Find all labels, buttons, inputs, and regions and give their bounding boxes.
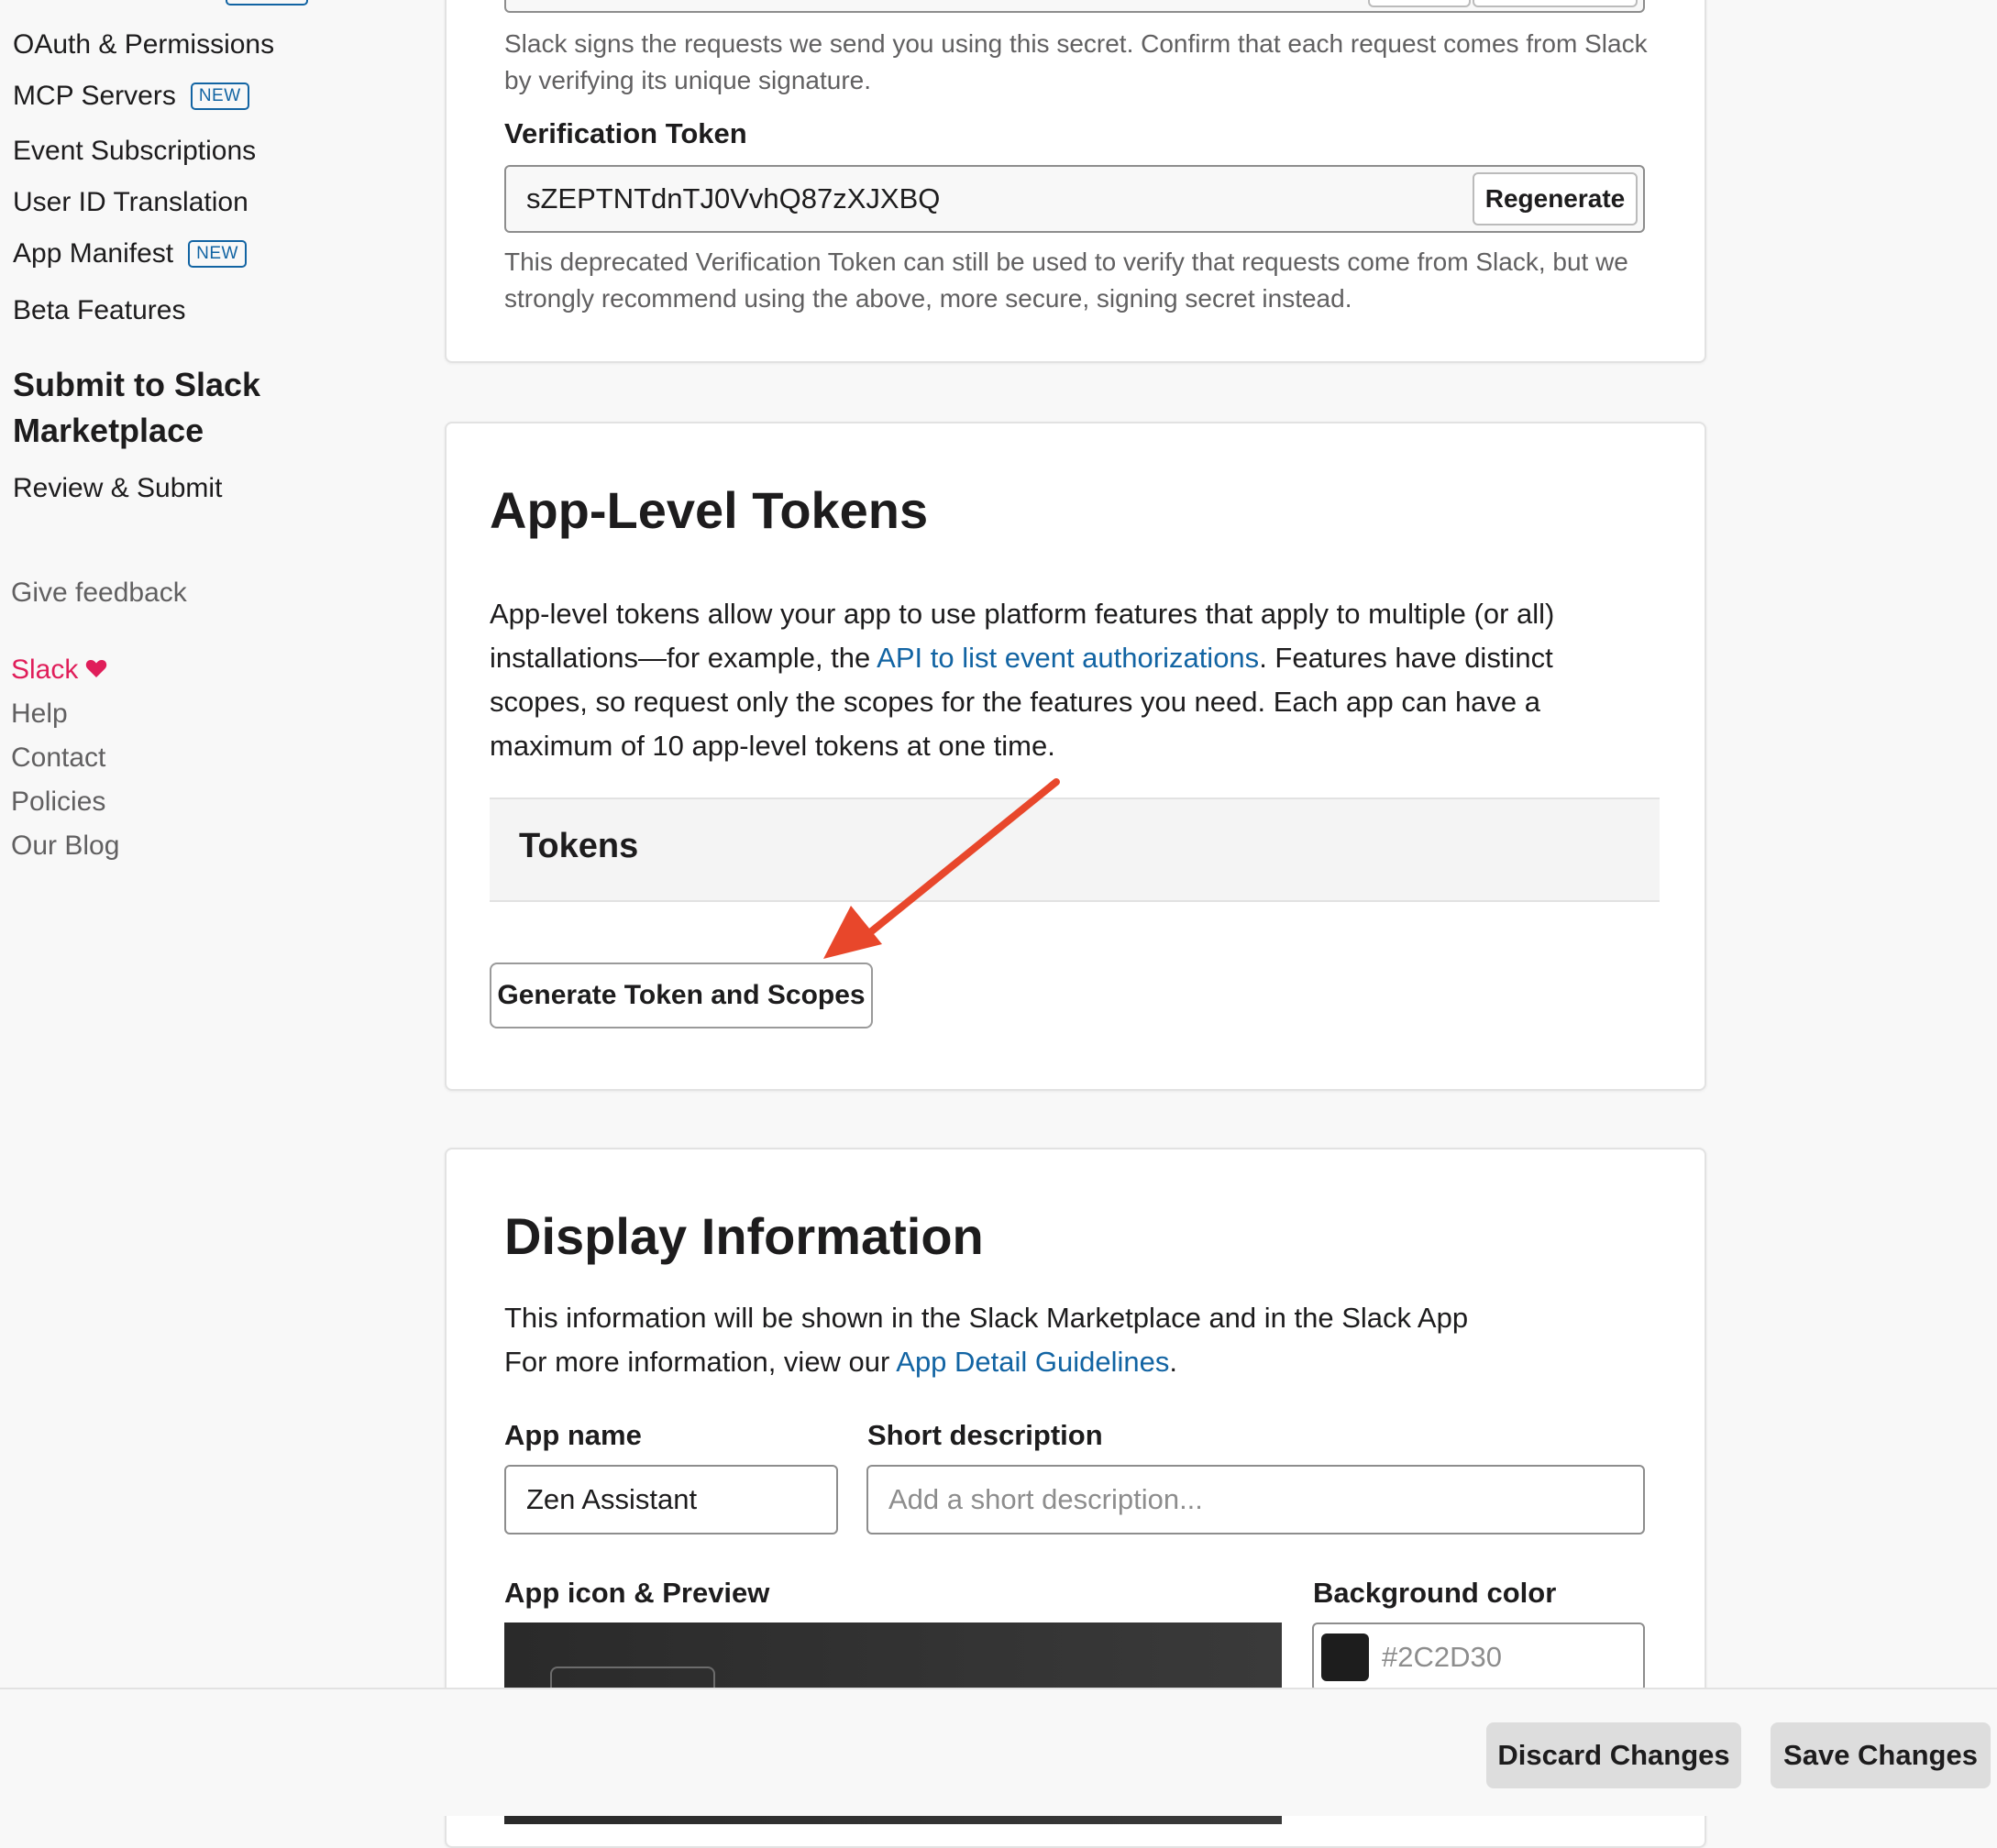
signing-secret-regenerate-button[interactable] (1473, 0, 1638, 7)
api-event-authorizations-link[interactable]: API to list event authorizations (877, 642, 1259, 674)
display-information-title: Display Information (504, 1207, 984, 1265)
generate-token-and-scopes-button[interactable]: Generate Token and Scopes (490, 962, 873, 1028)
short-description-input[interactable]: Add a short description... (866, 1465, 1645, 1534)
sidebar: OAuth & Permissions MCP Servers NEW Even… (0, 0, 431, 1816)
slack-link[interactable]: Slack (11, 654, 107, 686)
color-swatch[interactable] (1321, 1634, 1369, 1681)
app-detail-guidelines-link[interactable]: App Detail Guidelines (896, 1346, 1169, 1378)
sidebar-item-review-submit[interactable]: Review & Submit (13, 473, 222, 504)
sidebar-item-event-subscriptions[interactable]: Event Subscriptions (13, 136, 256, 167)
give-feedback-link[interactable]: Give feedback (11, 578, 187, 609)
slack-label: Slack (11, 654, 79, 685)
verification-token-help: This deprecated Verification Token can s… (504, 248, 1628, 313)
app-name-input[interactable]: Zen Assistant (504, 1465, 838, 1534)
sidebar-item-beta-features[interactable]: Beta Features (13, 295, 185, 326)
partial-badge (226, 0, 308, 6)
regenerate-verification-token-button[interactable]: Regenerate (1473, 172, 1638, 226)
verification-token-label: Verification Token (504, 117, 747, 149)
sidebar-item-label: MCP Servers (13, 81, 176, 111)
heart-icon (85, 654, 107, 686)
save-changes-button[interactable]: Save Changes (1771, 1722, 1991, 1788)
footer-link-contact[interactable]: Contact (11, 742, 105, 774)
display-information-line2: For more information, view our App Detai… (504, 1340, 1177, 1384)
footer-link-help[interactable]: Help (11, 698, 68, 730)
sidebar-item-oauth-permissions[interactable]: OAuth & Permissions (13, 29, 274, 60)
save-bar: Discard Changes Save Changes (0, 1688, 1997, 1816)
display-information-line1: This information will be shown in the Sl… (504, 1302, 1469, 1334)
app-name-label: App name (504, 1419, 642, 1451)
sidebar-item-label: App Manifest (13, 238, 174, 269)
new-badge: NEW (188, 240, 247, 268)
app-name-value: Zen Assistant (526, 1483, 698, 1515)
line2-text: . (1169, 1346, 1178, 1378)
sidebar-item-label: Review & Submit (13, 473, 223, 503)
footer-link-our-blog[interactable]: Our Blog (11, 830, 119, 862)
sidebar-item-user-id-translation[interactable]: User ID Translation (13, 187, 248, 218)
background-color-label: Background color (1313, 1577, 1557, 1609)
app-level-tokens-title: App-Level Tokens (490, 481, 929, 539)
line2-text: For more information, view our (504, 1346, 897, 1378)
sidebar-item-label: Beta Features (13, 295, 186, 325)
discard-changes-button[interactable]: Discard Changes (1486, 1722, 1741, 1788)
sidebar-section-heading: Submit to Slack Marketplace (13, 366, 261, 449)
sidebar-item-mcp-servers[interactable]: MCP Servers NEW (13, 81, 249, 112)
sidebar-item-label: User ID Translation (13, 187, 248, 217)
tokens-table-header: Tokens (490, 798, 1660, 902)
sidebar-item-label: Event Subscriptions (13, 136, 257, 166)
footer-link-policies[interactable]: Policies (11, 786, 105, 818)
short-description-placeholder: Add a short description... (888, 1483, 1203, 1515)
short-description-label: Short description (867, 1419, 1103, 1451)
verification-token-value: sZEPTNTdnTJ0VvhQ87zXJXBQ (526, 182, 941, 214)
new-badge: NEW (190, 82, 249, 110)
tokens-header-title: Tokens (519, 827, 639, 865)
signing-secret-show-button[interactable] (1368, 0, 1471, 7)
sidebar-item-app-manifest[interactable]: App Manifest NEW (13, 238, 247, 270)
app-icon-preview-label: App icon & Preview (504, 1577, 770, 1609)
sidebar-item-label: OAuth & Permissions (13, 29, 275, 60)
background-color-value: #2C2D30 (1382, 1641, 1502, 1673)
signing-secret-help: Slack signs the requests we send you usi… (504, 29, 1648, 94)
app-level-tokens-description: App-level tokens allow your app to use p… (490, 592, 1645, 768)
background-color-input[interactable]: #2C2D30 (1312, 1622, 1645, 1692)
